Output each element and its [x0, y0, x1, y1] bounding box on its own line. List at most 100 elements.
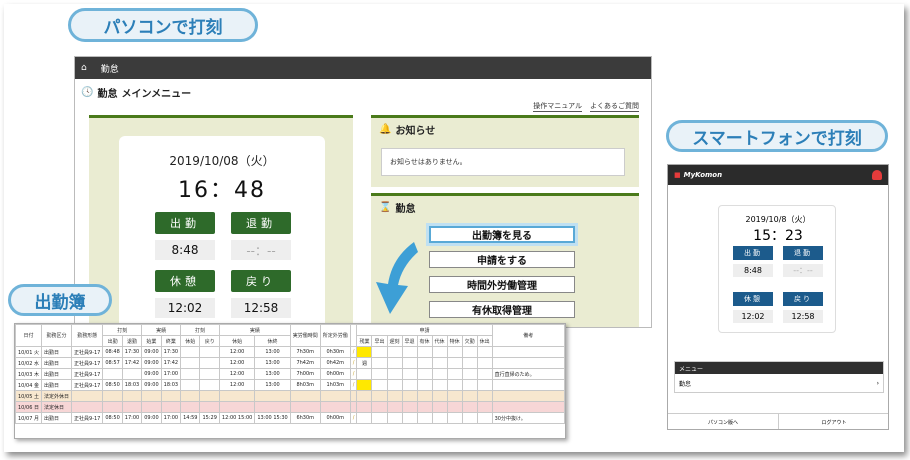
- apply-cell: [401, 412, 418, 424]
- cell-note: [491, 357, 565, 369]
- apply-cell: [371, 412, 388, 424]
- apply-button[interactable]: 申請をする: [429, 251, 575, 268]
- apply-cell: [416, 368, 433, 380]
- cell-keitai: [71, 390, 104, 402]
- apply-cell: [431, 390, 448, 402]
- apply-cell: [446, 368, 463, 380]
- apply-cell: [431, 368, 448, 380]
- cell-out: [121, 390, 143, 402]
- apply-cell: [476, 412, 493, 424]
- cell-end: 17:00: [160, 412, 182, 424]
- cell-date: 10/03 木: [15, 368, 42, 380]
- apply-cell: [386, 368, 403, 380]
- home-icon[interactable]: ⌂: [81, 63, 87, 73]
- return-time: 12:58: [231, 298, 291, 318]
- cell-ot: 0h00m: [319, 412, 351, 424]
- pencil-icon[interactable]: /: [349, 379, 358, 391]
- faq-link[interactable]: よくあるご質問: [590, 101, 639, 112]
- hdr: 出勤: [102, 335, 123, 347]
- cell-rs: [218, 390, 256, 402]
- sp-break-button[interactable]: 休憩: [733, 292, 773, 306]
- cell-bs: 14:59: [180, 412, 201, 424]
- cell-start: 09:00: [141, 368, 162, 380]
- pencil-icon[interactable]: /: [349, 346, 358, 358]
- overtime-button[interactable]: 時間外労働管理: [429, 276, 575, 293]
- clock-icon: 🕓: [81, 87, 94, 98]
- sp-menu: メニュー 勤怠 ›: [674, 361, 884, 393]
- cell-note: 30分中抜け。: [491, 412, 565, 424]
- cell-out: 17:30: [121, 346, 143, 358]
- cell-bs: [180, 368, 201, 380]
- cell-rs: 12:00: [218, 346, 256, 358]
- apply-cell: [431, 401, 448, 413]
- cell-re: 13:00: [254, 368, 291, 380]
- cell-start: 09:00: [141, 379, 162, 391]
- apply-cell: [461, 412, 478, 424]
- manual-link[interactable]: 操作マニュアル: [533, 101, 582, 112]
- bell-icon[interactable]: [872, 170, 882, 180]
- cell-kubun: 出勤日: [40, 346, 73, 358]
- sp-menu-item-attendance[interactable]: 勤怠 ›: [675, 374, 883, 392]
- clock-in-button[interactable]: 出勤: [155, 212, 215, 234]
- apply-cell: [461, 390, 478, 402]
- cell-note: [491, 390, 565, 402]
- logout-link[interactable]: ログアウト: [779, 414, 888, 429]
- apply-cell: [356, 379, 373, 391]
- attendance-book-label: 出勤簿: [8, 284, 112, 316]
- apply-cell: [371, 401, 388, 413]
- cell-work: 7h42m: [289, 357, 321, 369]
- cell-keitai: 正社員9-17: [71, 357, 104, 369]
- cell-ot: 0h00m: [319, 368, 351, 380]
- col-actual: 実績: [141, 324, 182, 336]
- hourglass-icon: ⌛: [379, 201, 392, 213]
- cell-start: 09:00: [141, 412, 162, 424]
- sp-clock-in-button[interactable]: 出勤: [733, 246, 773, 260]
- cell-in: [102, 401, 123, 413]
- cell-end: 17:42: [160, 357, 182, 369]
- smartphone-screen: ■ MyKomon 2019/10/8（火） 15：23 出勤 退勤 8:48 -…: [667, 164, 889, 430]
- pencil-icon[interactable]: /: [349, 412, 358, 424]
- apply-cell: [371, 346, 388, 358]
- paid-leave-button[interactable]: 有休取得管理: [429, 301, 575, 318]
- hdr: 欠勤: [461, 335, 478, 347]
- apply-cell: [371, 368, 388, 380]
- pencil-icon[interactable]: [349, 401, 358, 413]
- col-actual-break: 実績: [218, 324, 291, 336]
- break-time: 12:02: [155, 298, 215, 318]
- sp-return-button[interactable]: 戻り: [783, 292, 823, 306]
- clock-out-button[interactable]: 退勤: [231, 212, 291, 234]
- apply-cell: [416, 412, 433, 424]
- cell-end: 17:00: [160, 368, 182, 380]
- table-row: 10/01 火出勤日 正社員9-17 08:48 17:30 09:00 17:30 12:…: [15, 346, 565, 358]
- clock-card: 2019/10/08（火） 16：48 出勤 退勤 8:48 --：-- 休憩 …: [119, 136, 325, 327]
- apply-cell: [476, 368, 493, 380]
- pencil-icon[interactable]: [349, 390, 358, 402]
- pencil-icon[interactable]: /: [349, 357, 358, 369]
- current-date: 2019/10/08（火）: [169, 154, 275, 168]
- cell-note: 直行直帰のため。: [491, 368, 565, 380]
- apply-cell: [446, 346, 463, 358]
- cell-start: [141, 390, 162, 402]
- notice-title: お知らせ: [395, 125, 436, 137]
- return-button[interactable]: 戻り: [231, 270, 291, 292]
- pencil-icon[interactable]: /: [349, 368, 358, 380]
- apply-cell: [446, 379, 463, 391]
- sp-clock-out-button[interactable]: 退勤: [783, 246, 823, 260]
- break-button[interactable]: 休憩: [155, 270, 215, 292]
- apply-cell: [401, 357, 418, 369]
- view-attendance-button[interactable]: 出勤簿を見る: [429, 226, 575, 243]
- col-kubun: 勤務区分: [40, 324, 73, 347]
- cell-start: 09:00: [141, 357, 162, 369]
- attendance-header: ⌛ 勤怠: [371, 196, 639, 218]
- cell-date: 10/01 火: [15, 346, 42, 358]
- hdr: 休始: [218, 335, 256, 347]
- clock-in-time: 8:48: [155, 240, 215, 260]
- cell-out: 17:42: [121, 357, 143, 369]
- smartphone-label: スマートフォンで打刻: [666, 120, 888, 152]
- apply-cell: 週: [356, 357, 373, 369]
- pc-version-link[interactable]: パソコン版へ: [668, 414, 779, 429]
- apply-cell: [476, 390, 493, 402]
- apply-cell: [476, 379, 493, 391]
- cell-in: [102, 390, 123, 402]
- cell-br: 15:29: [199, 412, 220, 424]
